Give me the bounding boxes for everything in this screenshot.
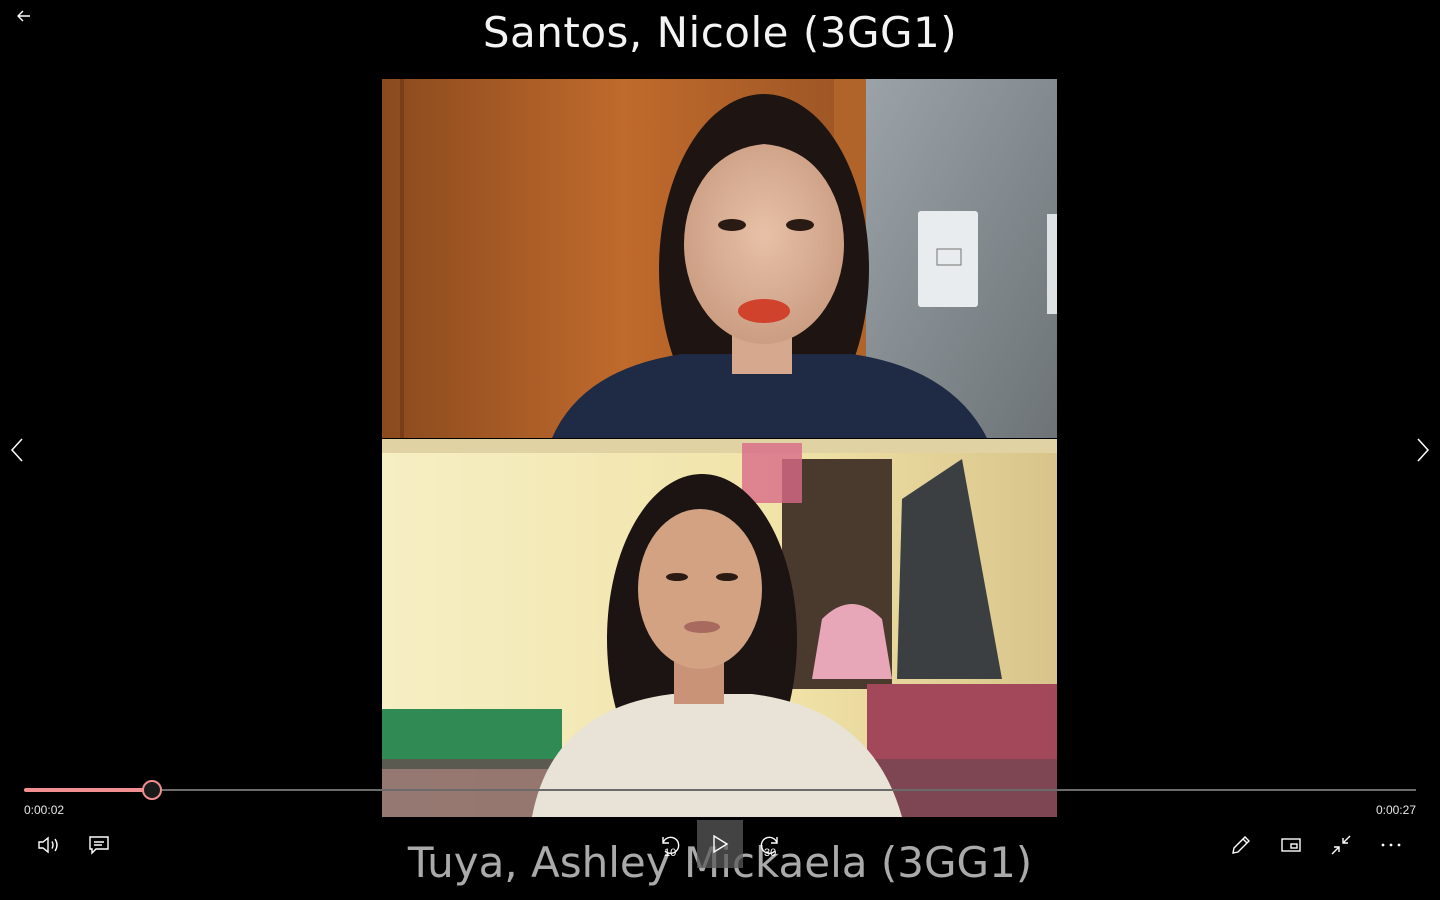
mini-view-button[interactable]	[1269, 823, 1313, 867]
video-frame-top	[382, 79, 1057, 438]
subtitles-icon	[89, 836, 109, 855]
more-icon	[1381, 843, 1401, 847]
edit-button[interactable]	[1219, 823, 1263, 867]
chevron-right-icon	[1417, 438, 1430, 462]
exit-fullscreen-icon	[1331, 835, 1351, 855]
volume-button[interactable]	[27, 823, 71, 867]
skip-back-label: 10	[664, 847, 677, 859]
volume-icon	[38, 836, 58, 854]
play-button[interactable]	[697, 820, 743, 868]
more-button[interactable]	[1369, 823, 1413, 867]
play-icon	[713, 834, 729, 854]
exit-fullscreen-button[interactable]	[1319, 823, 1363, 867]
subtitles-button[interactable]	[77, 823, 121, 867]
skip-back-button[interactable]: 10	[648, 823, 692, 867]
next-button[interactable]	[1408, 432, 1438, 468]
video-image-bottom	[382, 439, 1057, 817]
video-image-top	[382, 79, 1057, 438]
mini-view-icon	[1281, 838, 1301, 852]
skip-forward-button[interactable]: 30	[748, 823, 792, 867]
chevron-left-icon	[10, 438, 23, 462]
pencil-icon	[1232, 836, 1250, 854]
skip-forward-label: 30	[764, 847, 777, 859]
seek-bar[interactable]	[24, 789, 1416, 791]
previous-button[interactable]	[2, 432, 32, 468]
seek-thumb[interactable]	[142, 780, 162, 800]
seek-progress	[24, 788, 152, 792]
time-elapsed: 0:00:02	[24, 803, 65, 817]
time-total: 0:00:27	[1375, 803, 1416, 817]
video-frame-bottom	[382, 439, 1057, 817]
participant-name-top: Santos, Nicole (3GG1)	[482, 8, 958, 57]
